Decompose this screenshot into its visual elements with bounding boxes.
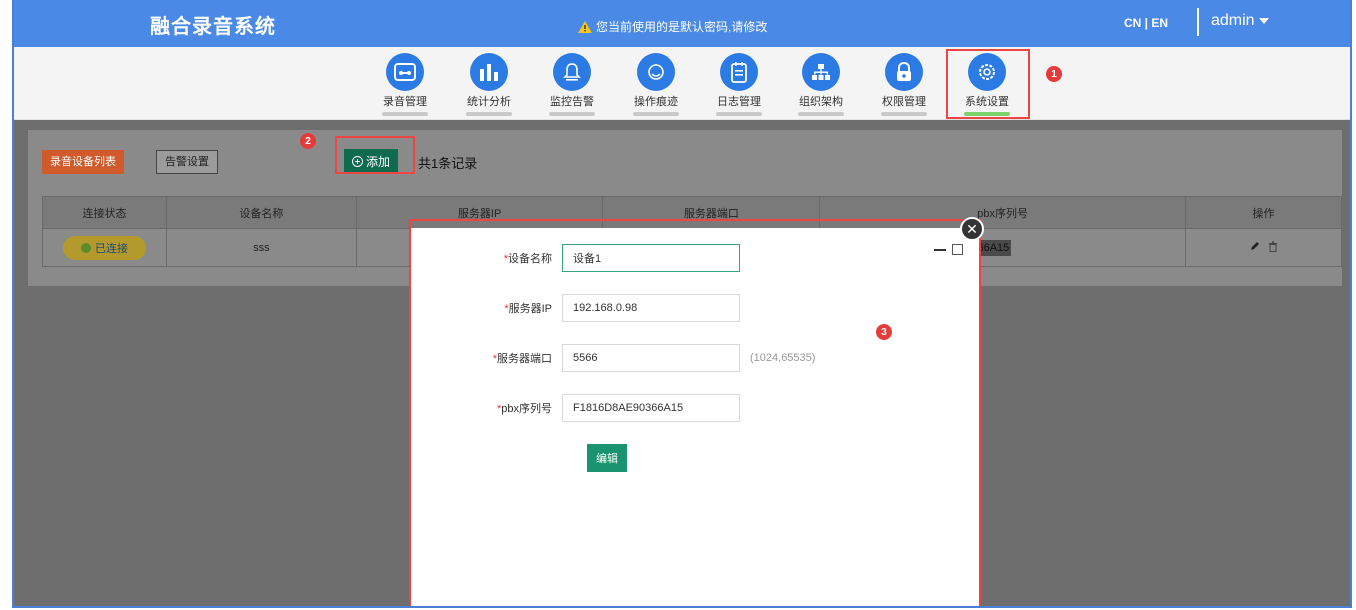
bell-icon bbox=[553, 53, 591, 91]
tab-device-list[interactable]: 录音设备列表 bbox=[42, 150, 124, 174]
language-switch[interactable]: CN | EN bbox=[1124, 16, 1168, 30]
nav-underline bbox=[716, 112, 762, 116]
nav-item-statistics[interactable]: 统计分析 bbox=[459, 53, 519, 116]
warning-text: 您当前使用的是默认密码,请修改 bbox=[596, 20, 768, 34]
column-header: 设备名称 bbox=[165, 196, 357, 229]
nav-underline bbox=[633, 112, 679, 116]
server-ip-input[interactable] bbox=[562, 294, 740, 322]
form-row-pbx-serial: *pbx序列号 bbox=[412, 394, 740, 422]
highlight-box-settings bbox=[946, 49, 1030, 119]
caret-down-icon bbox=[1258, 18, 1269, 24]
server-port-input[interactable] bbox=[562, 344, 740, 372]
notepad-icon bbox=[720, 53, 758, 91]
nav-label: 组织架构 bbox=[799, 96, 843, 108]
form-row-server-ip: *服务器IP bbox=[412, 294, 740, 322]
nav-label: 统计分析 bbox=[467, 96, 511, 108]
status-text: 已连接 bbox=[94, 242, 128, 255]
bar-chart-icon bbox=[470, 53, 508, 91]
annotation-badge-2: 2 bbox=[300, 133, 316, 149]
org-chart-icon bbox=[802, 53, 840, 91]
nav-item-monitor[interactable]: 监控告警 bbox=[542, 53, 602, 116]
annotation-badge-1: 1 bbox=[1046, 66, 1062, 82]
top-bar: 融合录音系统 您当前使用的是默认密码,请修改 CN | EN admin bbox=[14, 0, 1350, 47]
nav-underline bbox=[382, 112, 428, 116]
pbx-serial-label: *pbx序列号 bbox=[496, 403, 552, 415]
main-nav: 录音管理 统计分析 监控告警 操作痕迹 日志管理 组织架构 权限管理 系统设置 bbox=[14, 47, 1350, 120]
username: admin bbox=[1211, 12, 1255, 29]
recorder-icon bbox=[386, 53, 424, 91]
close-icon[interactable]: ✕ bbox=[960, 217, 984, 241]
nav-item-permission[interactable]: 权限管理 bbox=[874, 53, 934, 116]
edit-pencil-icon[interactable] bbox=[1250, 241, 1260, 251]
nav-item-log[interactable]: 日志管理 bbox=[709, 53, 769, 116]
pbx-serial-input[interactable] bbox=[562, 394, 740, 422]
column-header: 操作 bbox=[1185, 196, 1342, 229]
minimize-icon[interactable] bbox=[934, 248, 946, 251]
nav-label: 录音管理 bbox=[383, 96, 427, 108]
form-row-server-port: *服务器端口 (1024,65535) bbox=[412, 344, 815, 372]
nav-item-org[interactable]: 组织架构 bbox=[791, 53, 851, 116]
form-row-device-name: *设备名称 bbox=[412, 244, 740, 272]
status-dot-icon bbox=[80, 242, 91, 253]
nav-underline bbox=[798, 112, 844, 116]
status-cell: 已连接 bbox=[42, 228, 167, 267]
divider bbox=[1197, 8, 1199, 36]
device-name-cell: sss bbox=[165, 228, 357, 267]
search-icon bbox=[637, 53, 675, 91]
user-menu[interactable]: admin bbox=[1211, 12, 1269, 30]
record-count: 共1条记录 bbox=[418, 156, 478, 171]
app-title: 融合录音系统 bbox=[150, 16, 276, 38]
nav-underline bbox=[549, 112, 595, 116]
server-port-label: *服务器端口 bbox=[492, 353, 552, 365]
nav-underline bbox=[466, 112, 512, 116]
status-badge: 已连接 bbox=[62, 235, 146, 260]
tab-alarm-settings[interactable]: 告警设置 bbox=[156, 150, 218, 174]
port-range-hint: (1024,65535) bbox=[750, 352, 816, 364]
nav-label: 监控告警 bbox=[550, 96, 594, 108]
delete-trash-icon[interactable] bbox=[1268, 241, 1278, 252]
warning-icon bbox=[578, 20, 592, 33]
operations-cell bbox=[1185, 228, 1342, 267]
highlight-box-add bbox=[335, 136, 415, 174]
device-name-input[interactable] bbox=[562, 244, 740, 272]
password-warning[interactable]: 您当前使用的是默认密码,请修改 bbox=[578, 18, 767, 35]
column-header: 连接状态 bbox=[42, 196, 167, 229]
nav-label: 日志管理 bbox=[717, 96, 761, 108]
nav-label: 权限管理 bbox=[882, 96, 926, 108]
nav-label: 操作痕迹 bbox=[634, 96, 678, 108]
nav-underline bbox=[881, 112, 927, 116]
server-ip-label: *服务器IP bbox=[504, 303, 552, 315]
annotation-badge-3: 3 bbox=[876, 324, 892, 340]
window-controls bbox=[934, 244, 963, 255]
lock-icon bbox=[885, 53, 923, 91]
row-actions bbox=[1250, 241, 1278, 252]
nav-item-recording[interactable]: 录音管理 bbox=[375, 53, 435, 116]
edit-submit-button[interactable]: 编辑 bbox=[587, 444, 627, 472]
app-frame: 融合录音系统 您当前使用的是默认密码,请修改 CN | EN admin 录音管… bbox=[12, 0, 1352, 608]
nav-item-trace[interactable]: 操作痕迹 bbox=[626, 53, 686, 116]
maximize-icon[interactable] bbox=[952, 244, 963, 255]
device-name-label: *设备名称 bbox=[503, 253, 552, 265]
